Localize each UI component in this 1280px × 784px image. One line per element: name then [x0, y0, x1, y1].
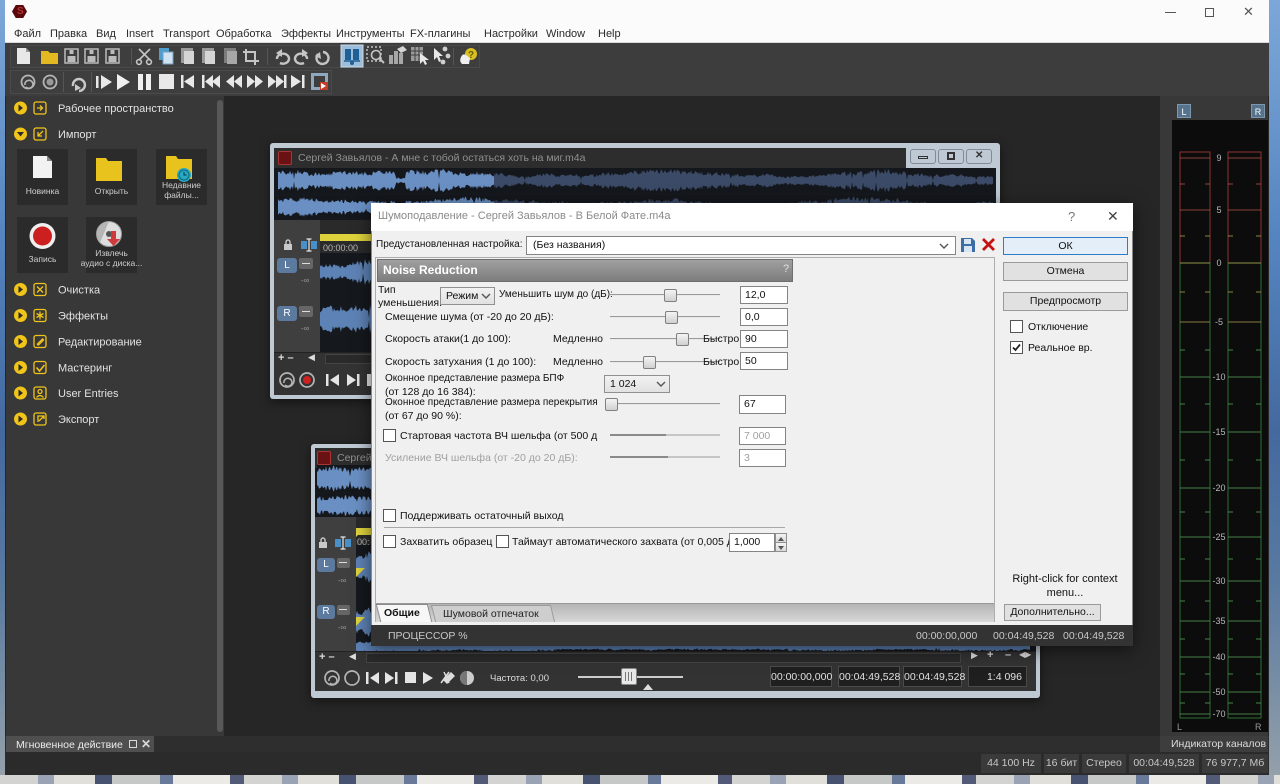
svg-text:-40: -40: [1212, 652, 1225, 662]
svg-text:9: 9: [1216, 153, 1221, 163]
svg-text:Новинка: Новинка: [26, 186, 60, 196]
svg-text:Открыть: Открыть: [95, 186, 129, 196]
svg-text:Рабочее пространство: Рабочее пространство: [58, 103, 174, 115]
svg-text:-30: -30: [1212, 576, 1225, 586]
svg-text:-70: -70: [1212, 709, 1225, 719]
svg-text:Эффекты: Эффекты: [58, 311, 108, 323]
svg-text:-5: -5: [1215, 317, 1223, 327]
svg-text:Извлечь: Извлечь: [95, 248, 128, 258]
svg-text:Импорт: Импорт: [58, 129, 96, 141]
svg-text:файлы...: файлы...: [164, 190, 199, 200]
svg-text:Недавние: Недавние: [162, 180, 201, 190]
svg-text:-25: -25: [1212, 532, 1225, 542]
svg-text:-10: -10: [1212, 372, 1225, 382]
svg-text:0: 0: [1216, 258, 1221, 268]
svg-text:Экспорт: Экспорт: [58, 414, 99, 426]
svg-text:5: 5: [1216, 205, 1221, 215]
svg-text:Очистка: Очистка: [58, 285, 101, 297]
svg-text:Редактирование: Редактирование: [58, 337, 142, 349]
svg-text:-15: -15: [1212, 427, 1225, 437]
svg-text:User Entries: User Entries: [58, 388, 119, 400]
svg-text:-50: -50: [1212, 687, 1225, 697]
svg-text:-20: -20: [1212, 483, 1225, 493]
svg-text:Мастеринг: Мастеринг: [58, 363, 112, 375]
svg-text:аудио с диска...: аудио с диска...: [81, 258, 143, 268]
svg-text:-35: -35: [1212, 616, 1225, 626]
svg-text:Запись: Запись: [29, 254, 57, 264]
